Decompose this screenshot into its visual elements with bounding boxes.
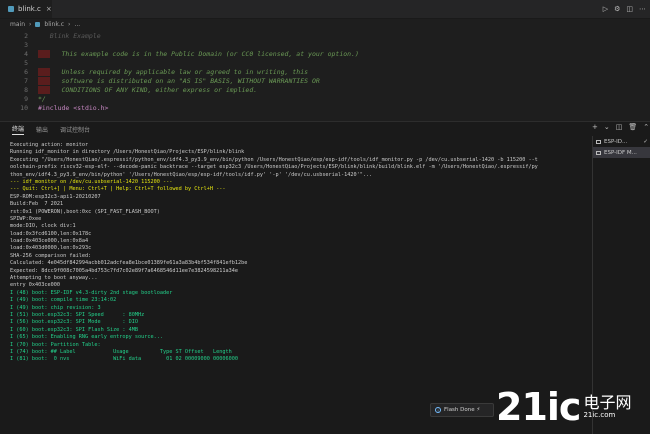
- terminal-line: Executing action: monitor: [10, 142, 89, 148]
- terminal-icon: [596, 139, 601, 144]
- terminal-line: I (70) boot: Partition Table:: [10, 341, 101, 348]
- close-icon[interactable]: ×: [46, 5, 52, 13]
- editor-window: blink.c × ▷ ⚙ ◫ ⋯ main › blink.c › ... 2…: [0, 0, 650, 434]
- terminal-line: SPIWP:0xee: [10, 215, 42, 222]
- maximize-icon[interactable]: ⌃: [643, 123, 649, 131]
- watermark-cn: 电子网 21ic.com: [583, 393, 632, 420]
- watermark-domain: 21ic.com: [583, 411, 616, 419]
- panel-tabs: 终端 输出 调试控制台: [0, 122, 90, 136]
- split-terminal-icon[interactable]: ◫: [616, 123, 623, 131]
- c-file-icon: [35, 22, 41, 27]
- terminal-line: thon_env/idf4.3_py3.9_env/bin/python' '/…: [10, 171, 373, 178]
- line-number: 4: [24, 50, 28, 58]
- terminal-line: Build:Feb 7 2021: [10, 201, 64, 208]
- breadcrumb-file[interactable]: blink.c: [44, 21, 64, 28]
- terminal-line: rst:0x1 (POWERON),boot:0xc (SPI_FAST_FLA…: [10, 208, 160, 215]
- terminal-line: entry 0x403ce000: [10, 282, 60, 289]
- terminal-line: oolchain-prefix riscv32-esp-elf- --decod…: [10, 164, 538, 171]
- terminal-line: Expected: 8dcc9f008c7005a4bd753c7fd7c02e…: [10, 267, 238, 274]
- code-line: CONDITIONS OF ANY KIND, either express o…: [38, 86, 257, 94]
- split-editor-icon[interactable]: ◫: [626, 5, 633, 13]
- terminal-line: load:0x403d0000,len:0x293c: [10, 245, 92, 252]
- code-line: */: [38, 95, 46, 103]
- terminal-line: Attempting to boot anyway...: [10, 275, 98, 282]
- chevron-right-icon: ›: [68, 21, 71, 28]
- line-number: 7: [24, 77, 28, 85]
- tab-bar: blink.c × ▷ ⚙ ◫ ⋯: [0, 0, 650, 19]
- breadcrumb-folder[interactable]: main: [10, 21, 25, 28]
- check-icon: ✓: [643, 138, 648, 145]
- terminal-line: Calculated: 4e045df842994acbb012adcfea8e…: [10, 260, 248, 267]
- terminal-icon: [596, 150, 601, 155]
- terminal-line: ESP-ROM:esp32c3-api1-20210207: [10, 193, 101, 200]
- terminal-item-label: ESP-IDF M...: [604, 149, 637, 156]
- terminal-line: I (74) boot: ## Label Usage Type ST Offs…: [10, 348, 232, 355]
- notification-toast[interactable]: i Flash Done ⚡: [430, 403, 494, 417]
- line-number: 3: [24, 41, 28, 49]
- tab-terminal[interactable]: 终端: [12, 124, 25, 135]
- terminal-line: I (56) boot.esp32c3: SPI Mode : DIO: [10, 319, 139, 326]
- editor-actions: ▷ ⚙ ◫ ⋯: [603, 0, 646, 18]
- terminal-line: --- Quit: Ctrl+] | Menu: Ctrl+T | Help: …: [10, 186, 226, 193]
- watermark-text: 21ic: [496, 385, 581, 429]
- code-line: This example code is in the Public Domai…: [38, 50, 359, 58]
- chevron-down-icon[interactable]: ⌄: [604, 123, 610, 131]
- code-editor[interactable]: 2 Blink Example 3 4 This example code is…: [0, 31, 650, 121]
- terminal-item-label: ESP-ID...: [604, 138, 628, 145]
- more-icon[interactable]: ⋯: [639, 5, 646, 13]
- terminal-line: I (48) boot: ESP-IDF v4.3-dirty 2nd stag…: [10, 289, 173, 296]
- terminal-line: I (51) boot.esp32c3: SPI Speed : 80MHz: [10, 311, 145, 318]
- tab-label: blink.c: [18, 5, 41, 13]
- breadcrumb: main › blink.c › ...: [10, 19, 80, 30]
- terminal-line: I (60) boot.esp32c3: SPI Flash Size : 4M…: [10, 326, 139, 333]
- code-line: #include <stdio.h>: [38, 104, 108, 112]
- info-icon: i: [435, 407, 441, 413]
- c-file-icon: [8, 6, 14, 12]
- terminal-actions: + ⌄ ◫ 🗑 ⌃ ×: [592, 123, 650, 131]
- line-number: 6: [24, 68, 28, 76]
- line-number: 10: [20, 104, 28, 112]
- chevron-right-icon: ›: [29, 21, 32, 28]
- terminal-line: mode:DIO, clock div:1: [10, 223, 76, 230]
- terminal-line: --- idf_monitor on /dev/cu.usbserial-142…: [10, 178, 173, 185]
- terminal-item[interactable]: ESP-IDF M...: [593, 147, 650, 158]
- trash-icon[interactable]: 🗑: [628, 123, 637, 131]
- debug-icon[interactable]: ⚙: [614, 5, 620, 13]
- terminal-item[interactable]: ESP-ID... ✓: [593, 136, 650, 147]
- code-line: Unless required by applicable law or agr…: [38, 68, 308, 76]
- comment-text: This example code is in the Public Domai…: [49, 50, 359, 58]
- terminal-line: load:0x3fcd6100,len:0x178c: [10, 230, 92, 237]
- tab-debug-console[interactable]: 调试控制台: [60, 125, 90, 134]
- run-icon[interactable]: ▷: [603, 5, 608, 13]
- watermark-cn-text: 电子网: [583, 393, 632, 412]
- tab-blink-c[interactable]: blink.c ×: [0, 0, 52, 18]
- include-directive: #include <stdio.h>: [38, 104, 109, 112]
- line-number: 9: [24, 95, 28, 103]
- terminal-line: I (49) boot: chip revision: 3: [10, 304, 101, 311]
- terminal-line: I (65) boot: Enabling RNG early entropy …: [10, 334, 164, 341]
- terminal-line: Executing "/Users/HonestQiao/.espressif/…: [10, 156, 538, 163]
- line-number: 8: [24, 86, 28, 94]
- terminal-line: load:0x403ce000,len:0x8a4: [10, 238, 89, 245]
- comment-text: Unless required by applicable law or agr…: [49, 68, 309, 76]
- add-terminal-icon[interactable]: +: [592, 123, 598, 131]
- watermark-logo: 21ic 电子网 21ic.com: [496, 384, 631, 430]
- toast-message: Flash Done ⚡: [444, 407, 481, 413]
- terminal-line: SHA-256 comparison failed:: [10, 252, 92, 259]
- terminal-line: Running idf_monitor in directory /Users/…: [10, 149, 245, 156]
- code-line: software is distributed on an "AS IS" BA…: [38, 77, 320, 85]
- terminal-line: I (49) boot: compile time 23:14:02: [10, 297, 117, 304]
- terminal-line: I (81) boot: 0 nvs WiFi data 01 02 00009…: [10, 356, 238, 363]
- comment-text: software is distributed on an "AS IS" BA…: [49, 77, 320, 85]
- comment-text: CONDITIONS OF ANY KIND, either express o…: [49, 86, 258, 94]
- breadcrumb-more[interactable]: ...: [74, 21, 80, 28]
- tab-output[interactable]: 输出: [36, 125, 48, 134]
- line-number: 5: [24, 59, 28, 67]
- line-number: 2: [24, 32, 28, 40]
- code-line: Blink Example: [38, 32, 101, 40]
